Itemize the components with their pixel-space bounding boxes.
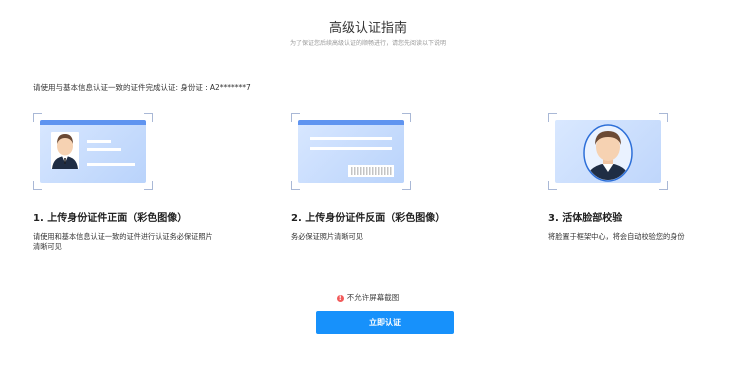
page-title: 高级认证指南 (328, 21, 407, 36)
start-verification-button[interactable]: 立即认证 (316, 311, 454, 334)
face-scan-illustration (555, 120, 661, 183)
step-id-front: 1. 上传身份证件正面（彩色图像） 请使用和基本信息认证一致的证件进行认证务必保… (33, 113, 233, 251)
id-card-front-illustration (40, 120, 146, 183)
step-description: 请使用和基本信息认证一致的证件进行认证务必保证照片清晰可见 (33, 232, 213, 251)
screenshot-notice: ! 不允许屏幕截图 (0, 292, 736, 303)
id-back-details-icon (310, 137, 394, 177)
notice-text: 不允许屏幕截图 (346, 293, 400, 302)
step-title: 2. 上传身份证件反面（彩色图像） (291, 213, 446, 224)
step-id-back: 2. 上传身份证件反面（彩色图像） 务必保证照片清晰可见 (291, 113, 491, 241)
step-description: 务必保证照片清晰可见 (291, 232, 363, 241)
step-title: 1. 上传身份证件正面（彩色图像） (33, 213, 188, 224)
id-back-frame (291, 113, 411, 190)
warning-icon: ! (336, 294, 344, 302)
id-number: A2*******7 (209, 83, 251, 92)
id-front-frame (33, 113, 153, 190)
intro-label: 请使用与基本信息认证一致的证件完成认证: 身份证 : (33, 83, 208, 92)
face-scan-icon (583, 124, 633, 182)
step-title: 3. 活体脸部校验 (548, 213, 623, 224)
step-face-check: 3. 活体脸部校验 将脸置于框架中心，将会自动校验您的身份 (548, 113, 736, 241)
step-description: 将脸置于框架中心，将会自动校验您的身份 (548, 232, 685, 241)
intro-text: 请使用与基本信息认证一致的证件完成认证: 身份证 : A2*******7 (33, 82, 251, 93)
id-front-portrait-icon (51, 132, 135, 169)
page-subtitle: 为了保证您后续高级认证的顺畅进行，请您先阅读以下说明 (289, 40, 446, 47)
id-card-back-illustration (298, 120, 404, 183)
face-scan-frame (548, 113, 668, 190)
